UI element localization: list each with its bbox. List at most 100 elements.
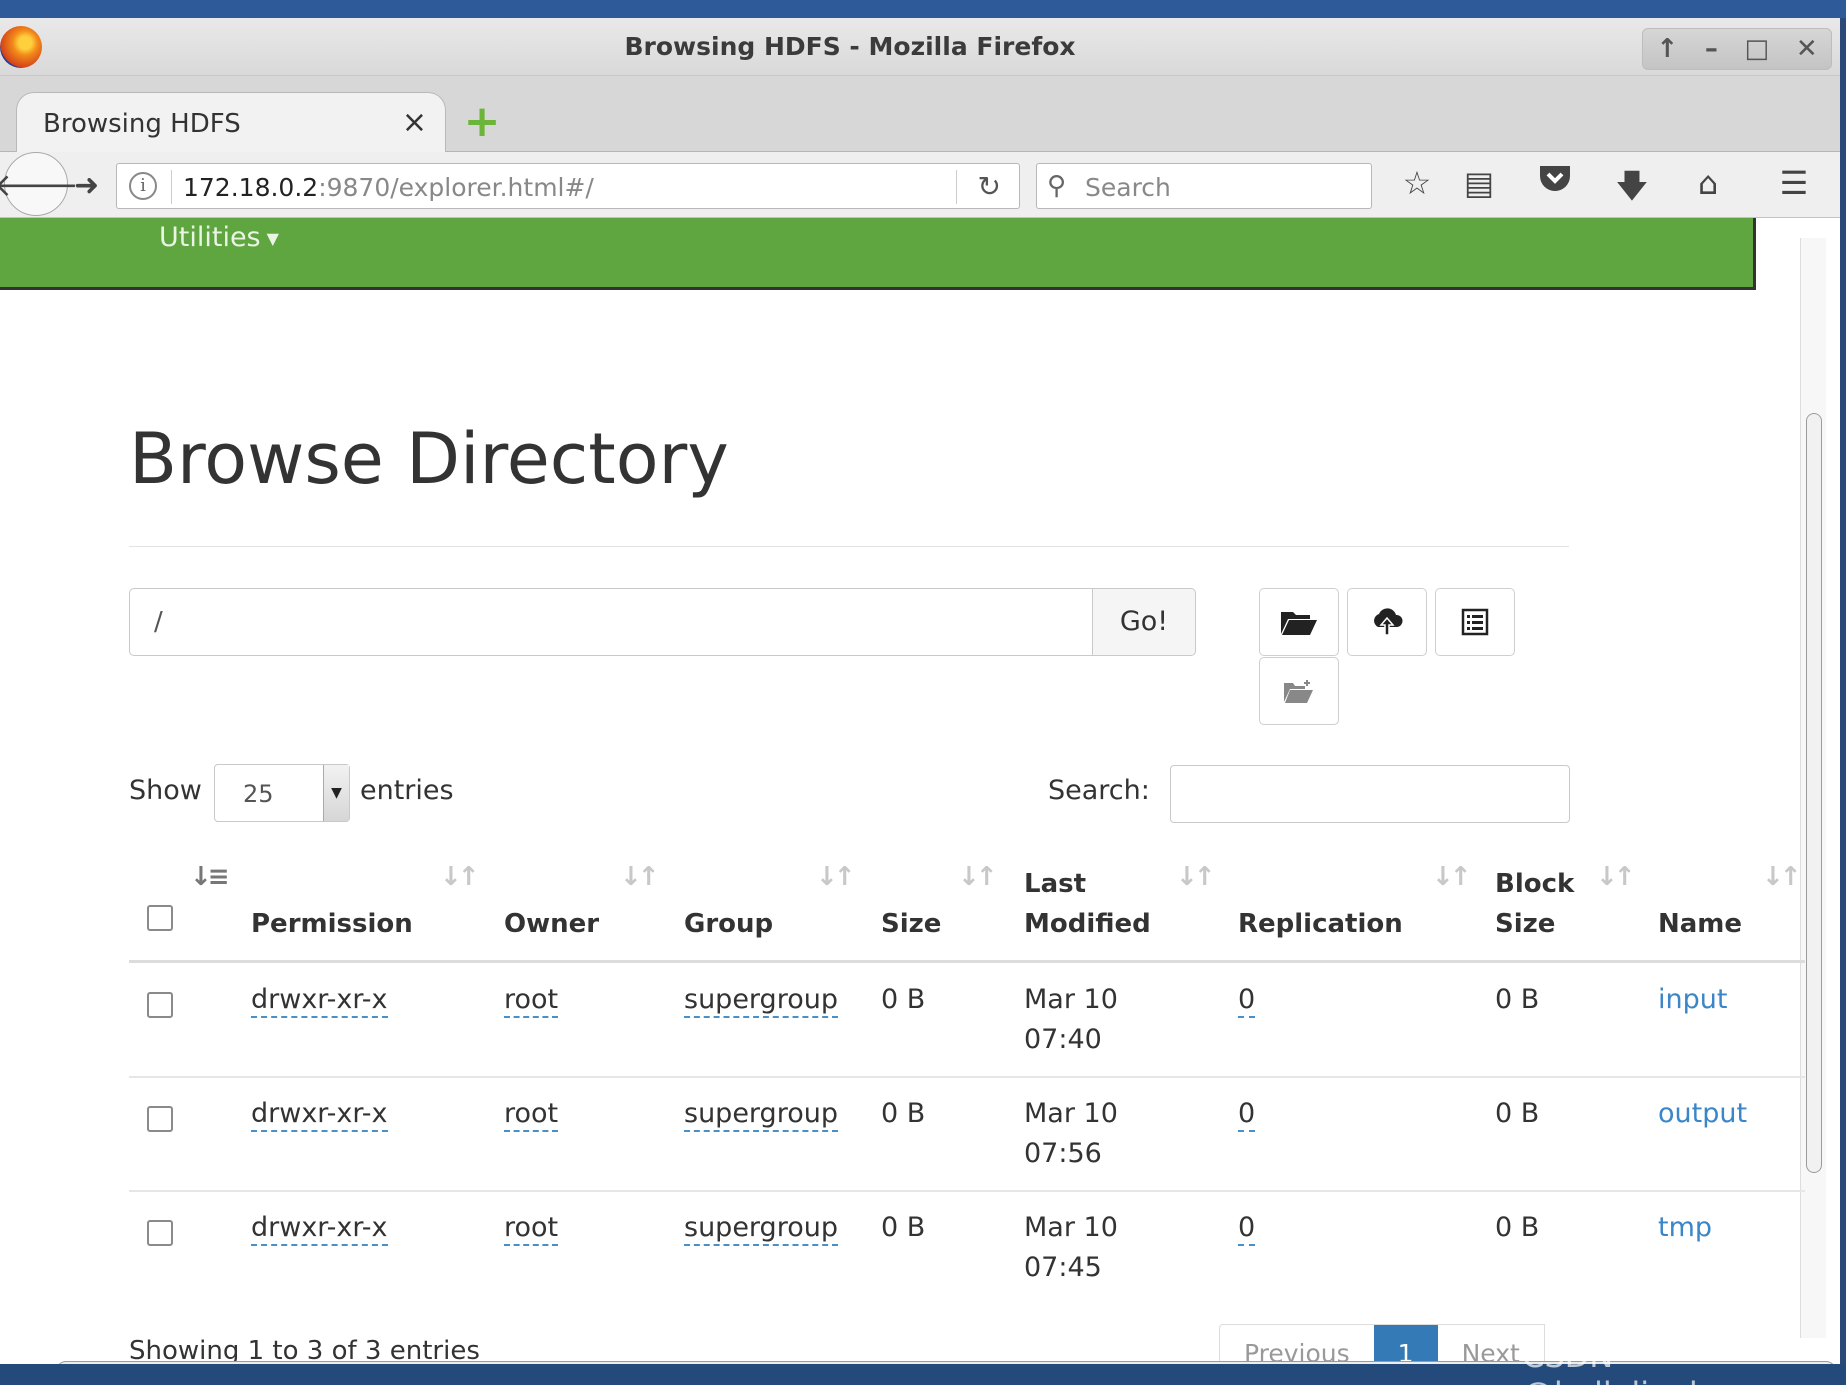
vertical-scrollbar-thumb[interactable] bbox=[1806, 413, 1822, 1173]
group-value[interactable]: supergroup bbox=[684, 984, 838, 1018]
entries-per-page-select[interactable]: 25 ▼ bbox=[214, 764, 350, 822]
pagination-previous[interactable]: Previous bbox=[1220, 1325, 1374, 1364]
showing-entries-info: Showing 1 to 3 of 3 entries bbox=[129, 1336, 480, 1364]
name-link[interactable]: input bbox=[1658, 980, 1727, 1020]
sort-icon[interactable]: ↓↑ bbox=[620, 862, 660, 892]
url-text[interactable]: 172.18.0.2:9870/explorer.html#/ bbox=[183, 173, 594, 202]
url-host: 172.18.0.2 bbox=[183, 173, 319, 202]
group-cell[interactable]: supergroup bbox=[684, 980, 838, 1020]
window-close-button[interactable]: ✕ bbox=[1796, 34, 1818, 64]
browser-search-input[interactable]: ⚲ Search bbox=[1036, 163, 1372, 209]
replication-value[interactable]: 0 bbox=[1238, 984, 1256, 1018]
hamburger-menu-icon[interactable]: ☰ bbox=[1774, 164, 1814, 202]
utilities-menu[interactable]: Utilities ▼ bbox=[159, 222, 279, 253]
tab-bar: Browsing HDFS × + bbox=[0, 76, 1840, 154]
row-checkbox[interactable] bbox=[147, 1106, 173, 1132]
col-header-last[interactable]: Last bbox=[1024, 864, 1086, 904]
window-minimize-button[interactable]: – bbox=[1705, 34, 1718, 64]
permission-cell[interactable]: drwxr-xr-x bbox=[251, 980, 388, 1020]
window-title: Browsing HDFS - Mozilla Firefox bbox=[624, 32, 1076, 61]
col-header-replication[interactable]: Replication bbox=[1238, 904, 1403, 944]
pagination-page-1[interactable]: 1 bbox=[1373, 1325, 1438, 1364]
size-cell: 0 B bbox=[881, 984, 926, 1015]
col-header-group[interactable]: Group bbox=[684, 904, 773, 944]
col-header-size[interactable]: Size bbox=[881, 904, 941, 944]
owner-cell[interactable]: root bbox=[504, 980, 559, 1020]
owner-value[interactable]: root bbox=[504, 1212, 559, 1246]
home-icon[interactable]: ⌂ bbox=[1688, 164, 1728, 202]
download-arrow-icon[interactable]: 🡇 bbox=[1612, 164, 1652, 218]
tab-title: Browsing HDFS bbox=[43, 109, 241, 139]
replication-cell[interactable]: 0 bbox=[1238, 1208, 1256, 1248]
owner-value[interactable]: root bbox=[504, 1098, 559, 1132]
modified-date-cell: Mar 10 bbox=[1024, 984, 1118, 1015]
forward-arrow-icon[interactable]: ➜ bbox=[74, 168, 99, 203]
row-checkbox[interactable] bbox=[147, 992, 173, 1018]
sort-icon[interactable]: ↓↑ bbox=[1596, 862, 1636, 892]
folder-open-icon bbox=[1281, 612, 1317, 635]
permission-value[interactable]: drwxr-xr-x bbox=[251, 984, 388, 1018]
pocket-icon[interactable] bbox=[1535, 164, 1575, 202]
group-value[interactable]: supergroup bbox=[684, 1212, 838, 1246]
reload-icon[interactable]: ↻ bbox=[978, 170, 1001, 203]
replication-value[interactable]: 0 bbox=[1238, 1098, 1256, 1132]
group-value[interactable]: supergroup bbox=[684, 1098, 838, 1132]
sort-amount-asc-icon[interactable]: ↓≡ bbox=[190, 862, 230, 892]
window-maximize-button[interactable]: □ bbox=[1745, 34, 1770, 64]
replication-cell[interactable]: 0 bbox=[1238, 1094, 1256, 1134]
permission-cell[interactable]: drwxr-xr-x bbox=[251, 1208, 388, 1248]
cut-paste-list-button[interactable] bbox=[1435, 588, 1515, 656]
name-link[interactable]: tmp bbox=[1658, 1208, 1712, 1248]
owner-cell[interactable]: root bbox=[504, 1094, 559, 1134]
select-all-checkbox[interactable] bbox=[147, 905, 173, 931]
name-link[interactable]: output bbox=[1658, 1094, 1747, 1134]
sort-icon[interactable]: ↓↑ bbox=[816, 862, 856, 892]
go-button[interactable]: Go! bbox=[1092, 588, 1196, 656]
modified-time-cell: 07:40 bbox=[1024, 1024, 1102, 1055]
sort-icon[interactable]: ↓↑ bbox=[1432, 862, 1472, 892]
tab-browsing-hdfs[interactable]: Browsing HDFS × bbox=[16, 92, 446, 154]
col-header-block-size[interactable]: Size bbox=[1495, 904, 1555, 944]
group-cell[interactable]: supergroup bbox=[684, 1208, 838, 1248]
url-path: :9870/explorer.html#/ bbox=[318, 173, 594, 202]
new-tab-plus-icon[interactable]: + bbox=[462, 100, 502, 144]
col-header-modified[interactable]: Modified bbox=[1024, 904, 1151, 944]
col-header-permission[interactable]: Permission bbox=[251, 904, 413, 944]
folder-paste-icon bbox=[1284, 680, 1313, 703]
group-cell[interactable]: supergroup bbox=[684, 1094, 838, 1134]
navigation-toolbar: 🡐 ➜ i 172.18.0.2:9870/explorer.html#/ ↻ … bbox=[0, 152, 1840, 218]
sort-icon[interactable]: ↓↑ bbox=[1176, 862, 1216, 892]
create-directory-button[interactable] bbox=[1259, 588, 1339, 656]
permission-value[interactable]: drwxr-xr-x bbox=[251, 1212, 388, 1246]
owner-value[interactable]: root bbox=[504, 984, 559, 1018]
table-search-input[interactable] bbox=[1170, 765, 1570, 823]
url-bar[interactable]: i 172.18.0.2:9870/explorer.html#/ ↻ bbox=[116, 163, 1020, 209]
sort-icon[interactable]: ↓↑ bbox=[440, 862, 480, 892]
back-arrow-icon[interactable]: 🡐 bbox=[0, 152, 79, 216]
bookmark-star-icon[interactable]: ☆ bbox=[1397, 164, 1437, 202]
replication-cell[interactable]: 0 bbox=[1238, 980, 1256, 1020]
page-content: Utilities ▼ Browse Directory / Go! Show 2… bbox=[0, 218, 1840, 1364]
paste-folder-button[interactable] bbox=[1259, 657, 1339, 725]
tab-close-icon[interactable]: × bbox=[402, 105, 427, 140]
bookmarks-menu-icon[interactable]: ▤ bbox=[1459, 164, 1499, 202]
modified-date-cell: Mar 10 bbox=[1024, 1098, 1118, 1129]
replication-value[interactable]: 0 bbox=[1238, 1212, 1256, 1246]
sort-icon[interactable]: ↓↑ bbox=[958, 862, 998, 892]
window-up-button[interactable]: ↑ bbox=[1656, 34, 1678, 64]
size-cell: 0 B bbox=[881, 1212, 926, 1243]
sort-icon[interactable]: ↓↑ bbox=[1762, 862, 1802, 892]
col-header-block[interactable]: Block bbox=[1495, 864, 1574, 904]
search-placeholder: Search bbox=[1085, 173, 1171, 202]
col-header-owner[interactable]: Owner bbox=[504, 904, 599, 944]
upload-button[interactable] bbox=[1347, 588, 1427, 656]
permission-value[interactable]: drwxr-xr-x bbox=[251, 1098, 388, 1132]
site-info-icon[interactable]: i bbox=[129, 172, 157, 200]
owner-cell[interactable]: root bbox=[504, 1208, 559, 1248]
col-header-name[interactable]: Name bbox=[1658, 904, 1742, 944]
directory-path-input[interactable]: / bbox=[129, 588, 1094, 656]
table-search-label: Search: bbox=[1048, 775, 1150, 806]
table-header-divider bbox=[129, 960, 1805, 963]
row-checkbox[interactable] bbox=[147, 1220, 173, 1246]
permission-cell[interactable]: drwxr-xr-x bbox=[251, 1094, 388, 1134]
